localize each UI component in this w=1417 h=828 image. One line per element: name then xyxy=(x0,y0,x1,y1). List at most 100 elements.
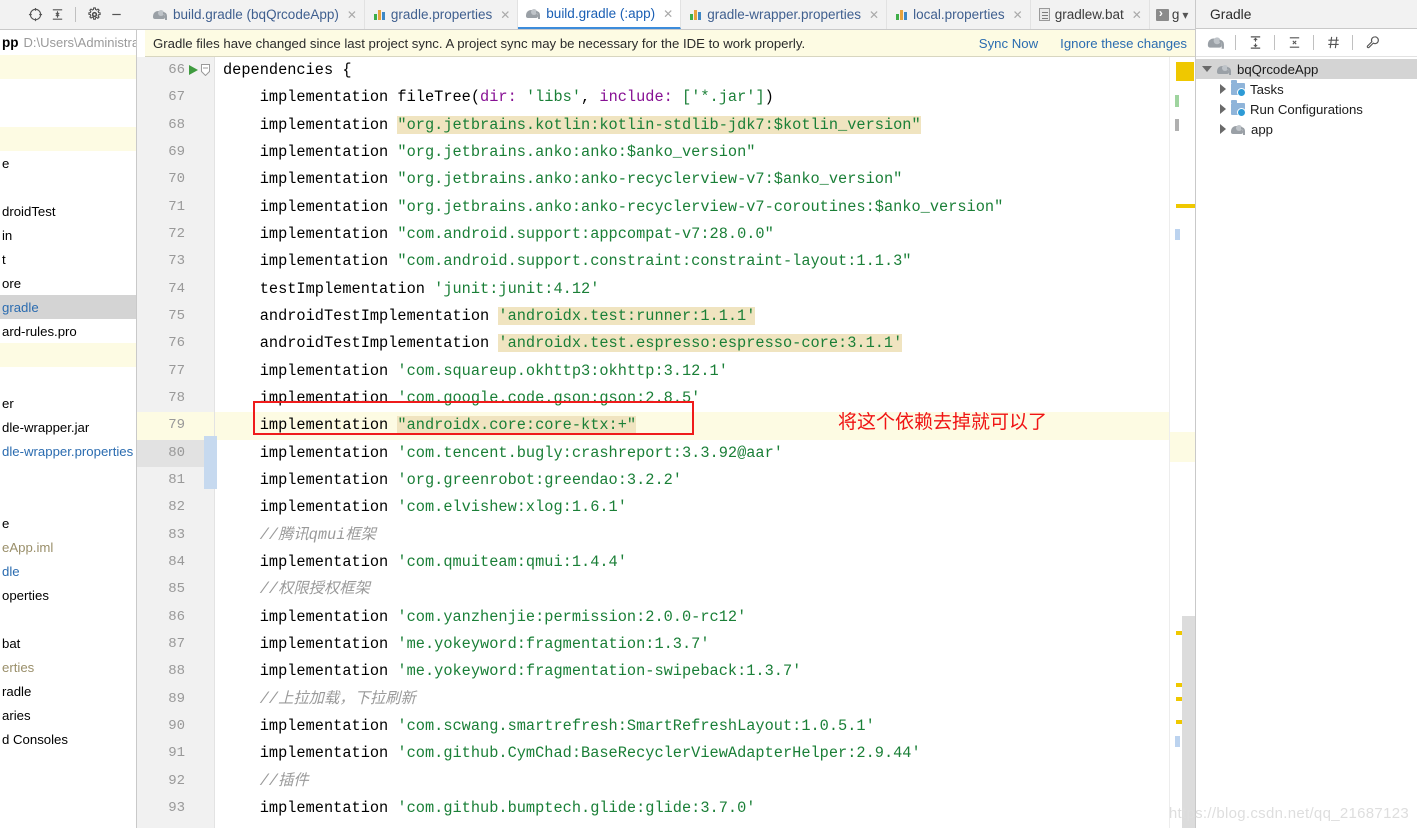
chevron-right-icon[interactable] xyxy=(1220,84,1226,94)
gutter-line[interactable]: 79 xyxy=(137,412,214,440)
gutter-line[interactable]: 77 xyxy=(137,358,214,385)
project-tree-row[interactable] xyxy=(0,103,136,127)
tab-close-icon[interactable]: ✕ xyxy=(1129,8,1142,22)
gutter-line[interactable]: 80 xyxy=(137,439,214,467)
gutter-line[interactable]: 87 xyxy=(137,631,214,658)
tab-local-properties[interactable]: local.properties ✕ xyxy=(887,0,1031,29)
code-line[interactable]: androidTestImplementation 'androidx.test… xyxy=(215,303,1195,330)
tab-close-icon[interactable]: ✕ xyxy=(660,7,673,21)
chevron-right-icon[interactable] xyxy=(1220,124,1226,134)
project-tree-row[interactable]: ard-rules.pro xyxy=(0,319,136,343)
chevron-down-icon[interactable] xyxy=(1202,66,1212,72)
gutter-line[interactable]: 74 xyxy=(137,276,214,303)
project-tree-row[interactable] xyxy=(0,607,136,631)
project-tree-row[interactable]: aries xyxy=(0,703,136,727)
gutter-line[interactable]: 75 xyxy=(137,303,214,330)
gutter-line[interactable]: 69 xyxy=(137,139,214,166)
project-root-row[interactable]: pp D:\Users\Administra xyxy=(0,30,136,55)
tab-close-icon[interactable]: ✕ xyxy=(344,8,357,22)
marker-info[interactable] xyxy=(1175,736,1180,747)
collapse-all-icon[interactable] xyxy=(48,6,66,24)
tab-gradle-wrapper-properties[interactable]: gradle-wrapper.properties ✕ xyxy=(681,0,888,29)
gutter-line[interactable]: 86 xyxy=(137,604,214,631)
code-line[interactable]: //腾讯qmui框架 xyxy=(215,522,1195,549)
gutter-line[interactable]: 82 xyxy=(137,494,214,521)
code-line[interactable]: testImplementation 'junit:junit:4.12' xyxy=(215,276,1195,303)
gutter-line[interactable]: 68 xyxy=(137,112,214,139)
project-tree-row[interactable]: erties xyxy=(0,655,136,679)
project-tree-row[interactable] xyxy=(0,127,136,151)
project-tree-row[interactable] xyxy=(0,487,136,511)
code-line[interactable]: dependencies { xyxy=(215,57,1195,84)
project-tree-row[interactable]: er xyxy=(0,391,136,415)
project-tree-row[interactable]: in xyxy=(0,223,136,247)
project-tree-row[interactable]: gradle xyxy=(0,295,136,319)
project-tree-row[interactable] xyxy=(0,175,136,199)
gradle-project-tree[interactable]: bqQrcodeApp Tasks Run Configurations app xyxy=(1196,57,1417,139)
project-tree-row[interactable]: d Consoles xyxy=(0,727,136,751)
code-line[interactable]: implementation "com.android.support:appc… xyxy=(215,221,1195,248)
code-line[interactable]: implementation "org.jetbrains.kotlin:kot… xyxy=(215,112,1195,139)
code-line[interactable]: implementation 'me.yokeyword:fragmentati… xyxy=(215,658,1195,685)
gutter-line[interactable]: 81 xyxy=(137,467,214,494)
gutter-line[interactable]: 70 xyxy=(137,166,214,193)
run-gradle-task-icon[interactable] xyxy=(189,65,198,75)
code-line[interactable]: implementation "androidx.core:core-ktx:+… xyxy=(215,412,1195,440)
code-line[interactable]: implementation 'com.github.CymChad:BaseR… xyxy=(215,740,1195,767)
editor-scrollbar-thumb[interactable] xyxy=(1182,616,1195,828)
gutter-line[interactable]: 67 xyxy=(137,84,214,111)
gutter-line[interactable]: 78 xyxy=(137,385,214,412)
code-line[interactable]: implementation 'com.scwang.smartrefresh:… xyxy=(215,713,1195,740)
project-tree-row[interactable]: e xyxy=(0,151,136,175)
tab-build-gradle-root[interactable]: build.gradle (bqQrcodeApp) ✕ xyxy=(145,0,365,29)
code-line[interactable]: implementation "org.jetbrains.anko:anko:… xyxy=(215,139,1195,166)
gutter-line[interactable]: 94 xyxy=(137,822,214,828)
tab-overflow-group[interactable]: g ▾ xyxy=(1150,0,1195,29)
code-line[interactable]: implementation 'com.google.code.gson:gso… xyxy=(215,385,1195,412)
code-line[interactable]: implementation 'com.yanzhenjie:permissio… xyxy=(215,604,1195,631)
code-line[interactable]: implementation fileTree(dir: 'libs', inc… xyxy=(215,84,1195,111)
chevron-down-icon[interactable]: ▾ xyxy=(1182,8,1188,22)
gradle-tree-node[interactable]: Tasks xyxy=(1196,79,1417,99)
project-tree-row[interactable]: eApp.iml xyxy=(0,535,136,559)
code-line[interactable]: implementation 'com.tencent.bugly:crashr… xyxy=(215,440,1195,467)
code-line[interactable]: implementation "org.jetbrains.anko:anko-… xyxy=(215,166,1195,193)
code-line[interactable]: implementation "org.jetbrains.anko:anko-… xyxy=(215,194,1195,221)
gutter-line[interactable]: 84 xyxy=(137,549,214,576)
code-editor[interactable]: 66 67 68 69 70 71 72 73 74 75 76 77 78 79 80 81 82 83 84 85… xyxy=(137,57,1195,828)
project-tree[interactable]: e droidTest in t ore gradle ard-rules.pro er dle… xyxy=(0,55,136,751)
locate-icon[interactable] xyxy=(26,6,44,24)
gutter-line[interactable]: 83 xyxy=(137,522,214,549)
code-line[interactable]: implementation 'org.greenrobot:greendao:… xyxy=(215,467,1195,494)
tab-gradle-properties[interactable]: gradle.properties ✕ xyxy=(365,0,519,29)
project-tree-row[interactable] xyxy=(0,463,136,487)
gutter-line[interactable]: 66 xyxy=(137,57,214,84)
project-tree-row[interactable]: dle xyxy=(0,559,136,583)
gutter-line[interactable]: 71 xyxy=(137,194,214,221)
gutter-line[interactable]: 72 xyxy=(137,221,214,248)
editor-code-area[interactable]: dependencies { implementation fileTree(d… xyxy=(215,57,1195,828)
tab-close-icon[interactable]: ✕ xyxy=(1010,8,1023,22)
code-line[interactable]: //插件 xyxy=(215,768,1195,795)
gradle-tree-node[interactable]: Run Configurations xyxy=(1196,99,1417,119)
toggle-offline-icon[interactable] xyxy=(1323,33,1343,53)
marker-change-added[interactable] xyxy=(1175,95,1179,107)
code-line[interactable]: implementation "com.android.support.cons… xyxy=(215,248,1195,275)
gutter-line[interactable]: 91 xyxy=(137,740,214,767)
tab-build-gradle-app[interactable]: build.gradle (:app) ✕ xyxy=(518,0,682,29)
ignore-changes-link[interactable]: Ignore these changes xyxy=(1060,36,1187,51)
collapse-all-icon[interactable] xyxy=(1284,33,1304,53)
project-tree-row[interactable]: bat xyxy=(0,631,136,655)
project-tree-row[interactable]: dle-wrapper.jar xyxy=(0,415,136,439)
code-line[interactable]: //上拉加载，下拉刷新 xyxy=(215,686,1195,713)
project-tool-window[interactable]: pp D:\Users\Administra e droidTest in t ore g… xyxy=(0,30,137,828)
tab-close-icon[interactable]: ✕ xyxy=(497,8,510,22)
code-line[interactable]: implementation 'com.github.bumptech.glid… xyxy=(215,795,1195,822)
gutter-line[interactable]: 89 xyxy=(137,686,214,713)
code-line[interactable]: implementation 'me.yokeyword:fragmentati… xyxy=(215,631,1195,658)
project-tree-row[interactable]: droidTest xyxy=(0,199,136,223)
project-tree-row[interactable]: dle-wrapper.properties xyxy=(0,439,136,463)
gradle-tree-node[interactable]: app xyxy=(1196,119,1417,139)
gutter-line[interactable]: 85 xyxy=(137,576,214,603)
code-line[interactable]: implementation 'com.squareup.okhttp3:okh… xyxy=(215,358,1195,385)
